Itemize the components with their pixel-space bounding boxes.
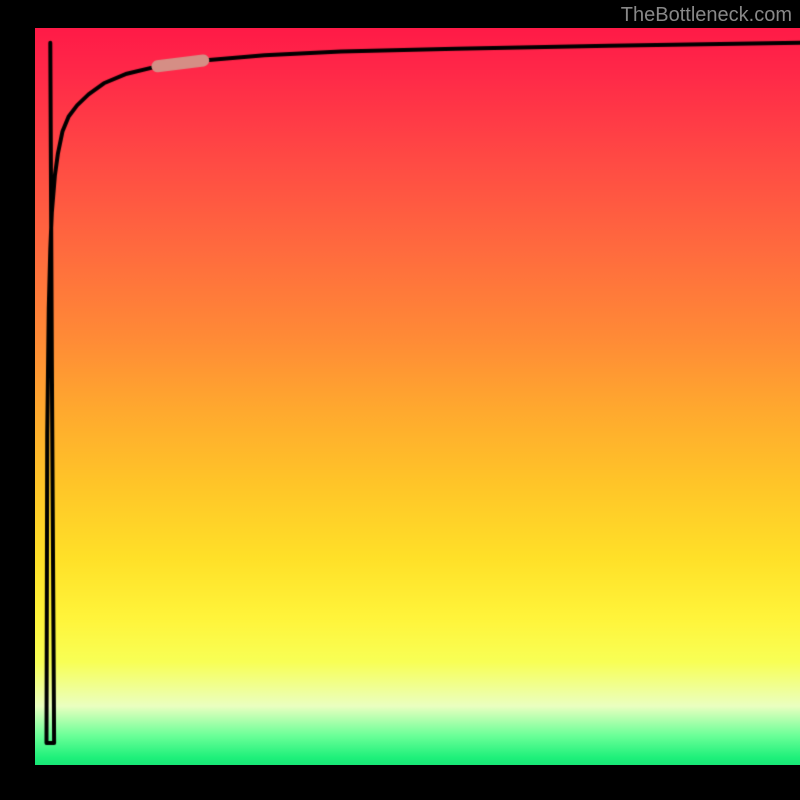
chart-background-gradient — [35, 28, 800, 765]
chart-plot-area — [35, 28, 800, 765]
watermark-text: TheBottleneck.com — [621, 4, 792, 27]
